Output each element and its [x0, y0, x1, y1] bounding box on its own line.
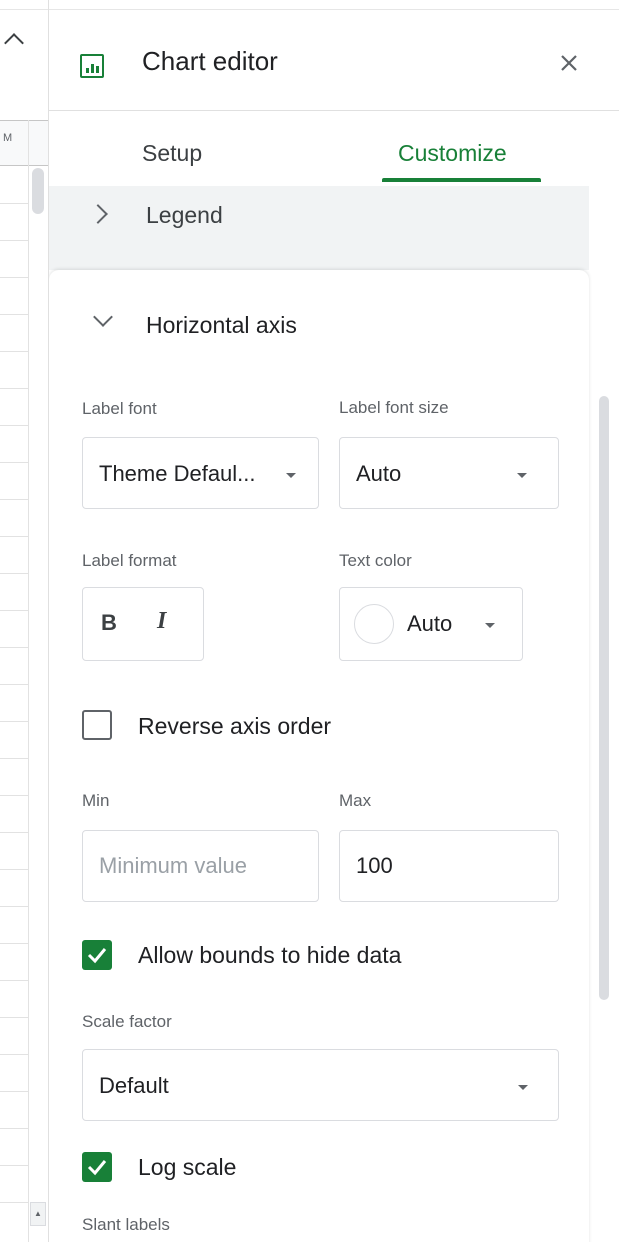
scale-factor-value: Default — [99, 1073, 169, 1098]
row-gridline — [0, 573, 28, 574]
column-gridline — [28, 120, 29, 1242]
label-font-size-label: Label font size — [339, 398, 449, 417]
row-gridline — [0, 610, 28, 611]
text-color-value: Auto — [407, 611, 453, 636]
bold-button[interactable]: B — [101, 610, 117, 636]
label-font-dropdown[interactable]: Theme Defaul... — [82, 437, 319, 509]
label-font-size-value: Auto — [356, 461, 402, 486]
chart-icon-bar — [96, 66, 99, 73]
row-gridline — [0, 203, 28, 204]
section-legend[interactable]: Legend — [49, 186, 589, 270]
row-gridline — [0, 758, 28, 759]
log-scale-checkbox[interactable] — [82, 1152, 112, 1182]
caret-down-icon — [485, 623, 495, 628]
scale-factor-dropdown[interactable]: Default — [82, 1049, 559, 1121]
allow-bounds-label: Allow bounds to hide data — [138, 942, 402, 968]
strip-top-divider — [0, 9, 48, 10]
label-format-label: Label format — [82, 551, 177, 570]
tab-setup[interactable]: Setup — [142, 140, 202, 167]
section-legend-label: Legend — [146, 202, 223, 228]
slant-labels-label: Slant labels — [82, 1215, 170, 1234]
row-gridline — [0, 462, 28, 463]
italic-button[interactable]: I — [157, 608, 166, 635]
chevron-up-icon[interactable] — [4, 33, 24, 53]
row-gridline — [0, 314, 28, 315]
caret-down-icon — [286, 473, 296, 478]
row-gridline — [0, 1165, 28, 1166]
caret-down-icon — [517, 473, 527, 478]
row-gridline — [0, 1054, 28, 1055]
chart-icon — [80, 54, 104, 78]
row-gridline — [0, 1128, 28, 1129]
row-gridline — [0, 832, 28, 833]
text-color-label: Text color — [339, 551, 412, 570]
row-gridline — [0, 240, 28, 241]
row-gridline — [0, 1017, 28, 1018]
editor-scrollbar-thumb[interactable] — [599, 396, 609, 1000]
check-icon — [87, 948, 107, 964]
max-input[interactable] — [339, 830, 559, 902]
editor-tabs: Setup Customize — [49, 110, 619, 184]
chevron-right-icon — [88, 204, 108, 224]
row-gridline — [0, 980, 28, 981]
row-gridline — [0, 943, 28, 944]
row-gridline — [0, 647, 28, 648]
label-font-value: Theme Defaul... — [99, 461, 256, 486]
section-horizontal-axis: Horizontal axis Label font Label font si… — [49, 270, 589, 1242]
row-gridline — [0, 425, 28, 426]
section-horizontal-axis-header[interactable]: Horizontal axis — [49, 270, 589, 360]
log-scale-label: Log scale — [138, 1154, 237, 1180]
row-gridline — [0, 351, 28, 352]
row-gridline — [0, 684, 28, 685]
row-gridline — [0, 277, 28, 278]
editor-title-bar: Chart editor — [49, 10, 619, 111]
row-gridline — [0, 1091, 28, 1092]
chart-icon-bar — [91, 64, 94, 73]
column-letter[interactable]: M — [3, 132, 12, 144]
chart-icon-bar — [86, 68, 89, 73]
allow-bounds-checkbox[interactable] — [82, 940, 112, 970]
chart-editor-panel: Chart editor Setup Customize Legend Hori… — [49, 0, 619, 1242]
row-gridline — [0, 906, 28, 907]
sheet-scrollbar-thumb[interactable] — [32, 168, 44, 214]
row-gridline — [0, 795, 28, 796]
spreadsheet-strip: M ▲ — [0, 0, 48, 1242]
row-gridline — [0, 499, 28, 500]
min-input[interactable] — [82, 830, 319, 902]
caret-down-icon — [518, 1085, 528, 1090]
editor-title: Chart editor — [142, 46, 278, 76]
row-gridline — [0, 536, 28, 537]
close-icon[interactable] — [554, 48, 584, 78]
min-label: Min — [82, 791, 110, 810]
label-font-size-dropdown[interactable]: Auto — [339, 437, 559, 509]
scale-factor-label: Scale factor — [82, 1012, 172, 1031]
label-format-toolbar: B I — [82, 587, 204, 661]
row-gridline — [0, 869, 28, 870]
reverse-axis-order-checkbox[interactable] — [82, 710, 112, 740]
row-gridline — [0, 721, 28, 722]
tab-customize[interactable]: Customize — [398, 140, 507, 167]
color-swatch — [354, 604, 394, 644]
check-icon — [87, 1160, 107, 1176]
max-label: Max — [339, 791, 372, 810]
section-horizontal-axis-label: Horizontal axis — [146, 312, 297, 338]
row-gridline — [0, 1202, 28, 1203]
scroll-up-arrow-icon[interactable]: ▲ — [30, 1202, 46, 1226]
text-color-dropdown[interactable]: Auto — [339, 587, 523, 661]
active-tab-indicator — [382, 178, 541, 182]
reverse-axis-order-label: Reverse axis order — [138, 713, 332, 739]
chevron-down-icon — [93, 307, 113, 327]
row-gridline — [0, 388, 28, 389]
label-font-label: Label font — [82, 399, 157, 418]
